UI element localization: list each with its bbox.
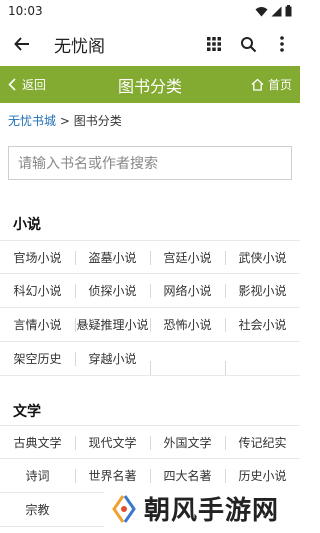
back-arrow-icon	[14, 37, 29, 51]
category-item[interactable]: 世界名著	[75, 467, 150, 484]
breadcrumb-home-link[interactable]: 无忧书城	[8, 114, 56, 128]
status-time: 10:03	[8, 4, 43, 18]
chevron-left-icon	[8, 78, 16, 91]
header-home-label: 首页	[267, 78, 292, 92]
category-row: 官场小说 盗墓小说 宫廷小说 武侠小说	[0, 240, 300, 274]
category-item[interactable]: 社会小说	[225, 316, 300, 333]
category-item[interactable]: 官场小说	[0, 249, 75, 266]
category-item[interactable]: 现代文学	[75, 434, 150, 451]
category-item[interactable]: 传记纪实	[225, 434, 300, 451]
header-back-label: 返回	[22, 78, 47, 92]
category-grid-novels: 官场小说 盗墓小说 宫廷小说 武侠小说 科幻小说 侦探小说 网络小说 影视小说 …	[0, 240, 300, 376]
section-title-literature: 文学	[13, 404, 41, 420]
search-icon	[240, 36, 256, 52]
signal-icon	[271, 6, 282, 16]
category-row: 科幻小说 侦探小说 网络小说 影视小说	[0, 274, 300, 308]
more-options-button[interactable]	[270, 32, 294, 56]
battery-icon	[285, 5, 292, 17]
category-row: 架空历史 穿越小说	[0, 342, 300, 376]
page-header: 返回 图书分类 首页	[0, 66, 300, 103]
breadcrumb: 无忧书城 > 图书分类	[8, 112, 122, 129]
category-item[interactable]: 网络小说	[150, 282, 225, 299]
category-item[interactable]: 影视小说	[225, 282, 300, 299]
category-item[interactable]: 四大名著	[150, 467, 225, 484]
header-home-button[interactable]: 首页	[251, 76, 292, 93]
category-item[interactable]: 科幻小说	[0, 282, 75, 299]
more-vertical-icon	[280, 36, 284, 52]
header-back-button[interactable]: 返回	[8, 76, 46, 93]
category-item[interactable]: 历史小说	[225, 467, 300, 484]
category-item[interactable]: 武侠小说	[225, 249, 300, 266]
category-item[interactable]: 宗教	[0, 501, 75, 518]
watermark-logo-icon	[112, 494, 136, 523]
category-row: 古典文学 现代文学 外国文学 传记纪实	[0, 425, 300, 459]
category-item[interactable]: 穿越小说	[75, 350, 150, 367]
search-input[interactable]: 请输入书名或作者搜索	[8, 146, 292, 180]
search-button[interactable]	[236, 32, 260, 56]
breadcrumb-current: 图书分类	[73, 114, 122, 128]
category-item[interactable]: 言情小说	[0, 316, 75, 333]
status-icons	[255, 5, 292, 17]
breadcrumb-separator: >	[56, 114, 74, 128]
category-item[interactable]: 诗词	[0, 467, 75, 484]
back-arrow-button[interactable]	[8, 30, 36, 58]
category-item[interactable]: 恐怖小说	[150, 316, 225, 333]
category-item[interactable]: 宫廷小说	[150, 249, 225, 266]
app-title: 无忧阁	[54, 36, 105, 57]
app-bar: 无忧阁	[0, 22, 300, 66]
watermark-text: 朝风手游网	[144, 496, 280, 526]
grid-icon	[207, 37, 221, 51]
category-item[interactable]: 盗墓小说	[75, 249, 150, 266]
section-title-novels: 小说	[13, 217, 41, 233]
category-item[interactable]: 外国文学	[150, 434, 225, 451]
home-icon	[251, 78, 264, 91]
category-item[interactable]: 侦探小说	[75, 282, 150, 299]
category-item[interactable]: 悬疑推理小说	[75, 316, 150, 333]
category-item[interactable]: 架空历史	[0, 350, 75, 367]
status-bar: 10:03	[0, 0, 300, 22]
watermark: 朝风手游网	[104, 484, 300, 533]
grid-menu-button[interactable]	[202, 32, 226, 56]
category-row: 言情小说 悬疑推理小说 恐怖小说 社会小说	[0, 308, 300, 342]
wifi-icon	[255, 6, 268, 16]
category-item[interactable]: 古典文学	[0, 434, 75, 451]
